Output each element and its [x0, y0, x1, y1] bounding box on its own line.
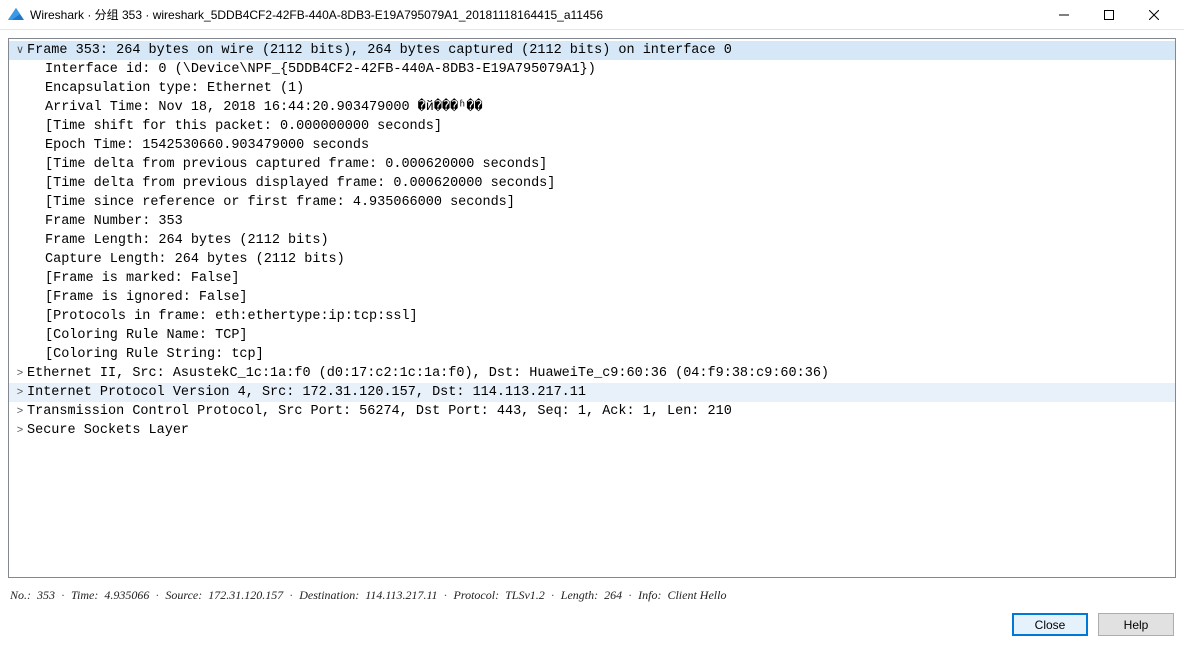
frame-detail-text: [Time since reference or first frame: 4.…: [45, 193, 515, 212]
frame-detail-row[interactable]: [Frame is marked: False]: [9, 269, 1175, 288]
window-title: Wireshark · 分组 353 · wireshark_5DDB4CF2-…: [30, 6, 1041, 23]
frame-detail-text: [Time delta from previous captured frame…: [45, 155, 547, 174]
frame-detail-row[interactable]: Encapsulation type: Ethernet (1): [9, 79, 1175, 98]
frame-detail-text: [Coloring Rule Name: TCP]: [45, 326, 248, 345]
frame-detail-row[interactable]: Frame Length: 264 bytes (2112 bits): [9, 231, 1175, 250]
window-controls: [1041, 0, 1176, 29]
expander-closed-icon[interactable]: >: [13, 364, 27, 383]
frame-detail-row[interactable]: Interface id: 0 (\Device\NPF_{5DDB4CF2-4…: [9, 60, 1175, 79]
protocol-header-text: Internet Protocol Version 4, Src: 172.31…: [27, 383, 586, 402]
protocol-header-text: Transmission Control Protocol, Src Port:…: [27, 402, 732, 421]
status-proto-label: Protocol:: [454, 588, 500, 603]
title-bar: Wireshark · 分组 353 · wireshark_5DDB4CF2-…: [0, 0, 1184, 30]
frame-detail-text: Epoch Time: 1542530660.903479000 seconds: [45, 136, 369, 155]
frame-detail-row[interactable]: [Time since reference or first frame: 4.…: [9, 193, 1175, 212]
frame-detail-row[interactable]: Frame Number: 353: [9, 212, 1175, 231]
help-button[interactable]: Help: [1098, 613, 1174, 636]
expander-closed-icon[interactable]: >: [13, 421, 27, 440]
ethernet-node[interactable]: >Ethernet II, Src: AsustekC_1c:1a:f0 (d0…: [9, 364, 1175, 383]
frame-detail-row[interactable]: [Protocols in frame: eth:ethertype:ip:tc…: [9, 307, 1175, 326]
frame-detail-text: [Time delta from previous displayed fram…: [45, 174, 555, 193]
frame-detail-text: Encapsulation type: Ethernet (1): [45, 79, 304, 98]
frame-node[interactable]: ∨ Frame 353: 264 bytes on wire (2112 bit…: [9, 41, 1175, 60]
ip-node[interactable]: >Internet Protocol Version 4, Src: 172.3…: [9, 383, 1175, 402]
maximize-button[interactable]: [1086, 0, 1131, 29]
status-dest: 114.113.217.11: [365, 588, 437, 603]
tcp-node[interactable]: >Transmission Control Protocol, Src Port…: [9, 402, 1175, 421]
frame-detail-text: [Coloring Rule String: tcp]: [45, 345, 264, 364]
frame-detail-row[interactable]: [Time shift for this packet: 0.000000000…: [9, 117, 1175, 136]
ssl-node[interactable]: >Secure Sockets Layer: [9, 421, 1175, 440]
frame-detail-text: [Protocols in frame: eth:ethertype:ip:tc…: [45, 307, 418, 326]
frame-detail-row[interactable]: [Frame is ignored: False]: [9, 288, 1175, 307]
status-len: 264: [604, 588, 622, 603]
close-button[interactable]: Close: [1012, 613, 1088, 636]
frame-detail-row[interactable]: Capture Length: 264 bytes (2112 bits): [9, 250, 1175, 269]
frame-detail-row[interactable]: Epoch Time: 1542530660.903479000 seconds: [9, 136, 1175, 155]
packet-details-tree[interactable]: ∨ Frame 353: 264 bytes on wire (2112 bit…: [8, 38, 1176, 578]
frame-detail-text: Interface id: 0 (\Device\NPF_{5DDB4CF2-4…: [45, 60, 596, 79]
status-source-label: Source:: [165, 588, 202, 603]
frame-detail-text: [Frame is marked: False]: [45, 269, 239, 288]
frame-detail-text: Frame Length: 264 bytes (2112 bits): [45, 231, 329, 250]
status-info-label: Info:: [638, 588, 661, 603]
frame-detail-text: Arrival Time: Nov 18, 2018 16:44:20.9034…: [45, 98, 483, 117]
status-no: 353: [37, 588, 55, 603]
close-window-button[interactable]: [1131, 0, 1176, 29]
frame-detail-row[interactable]: [Time delta from previous captured frame…: [9, 155, 1175, 174]
frame-detail-row[interactable]: Arrival Time: Nov 18, 2018 16:44:20.9034…: [9, 98, 1175, 117]
frame-detail-row[interactable]: [Coloring Rule String: tcp]: [9, 345, 1175, 364]
status-time-label: Time:: [71, 588, 98, 603]
frame-detail-row[interactable]: [Time delta from previous displayed fram…: [9, 174, 1175, 193]
status-source: 172.31.120.157: [208, 588, 283, 603]
status-proto: TLSv1.2: [505, 588, 545, 603]
frame-detail-text: [Time shift for this packet: 0.000000000…: [45, 117, 442, 136]
status-time: 4.935066: [104, 588, 149, 603]
expander-closed-icon[interactable]: >: [13, 383, 27, 402]
protocol-header-text: Secure Sockets Layer: [27, 421, 189, 440]
frame-detail-text: [Frame is ignored: False]: [45, 288, 248, 307]
status-len-label: Length:: [561, 588, 598, 603]
frame-detail-text: Frame Number: 353: [45, 212, 183, 231]
frame-detail-row[interactable]: [Coloring Rule Name: TCP]: [9, 326, 1175, 345]
frame-header: Frame 353: 264 bytes on wire (2112 bits)…: [27, 41, 732, 60]
button-bar: Close Help: [0, 607, 1184, 646]
status-no-label: No.:: [10, 588, 31, 603]
minimize-button[interactable]: [1041, 0, 1086, 29]
protocol-header-text: Ethernet II, Src: AsustekC_1c:1a:f0 (d0:…: [27, 364, 829, 383]
expander-closed-icon[interactable]: >: [13, 402, 27, 421]
expander-open-icon[interactable]: ∨: [13, 41, 27, 60]
app-icon: [8, 7, 24, 23]
frame-detail-text: Capture Length: 264 bytes (2112 bits): [45, 250, 345, 269]
status-info: Client Hello: [667, 588, 726, 603]
status-bar: No.: 353 · Time: 4.935066 · Source: 172.…: [0, 586, 1184, 607]
status-dest-label: Destination:: [299, 588, 359, 603]
